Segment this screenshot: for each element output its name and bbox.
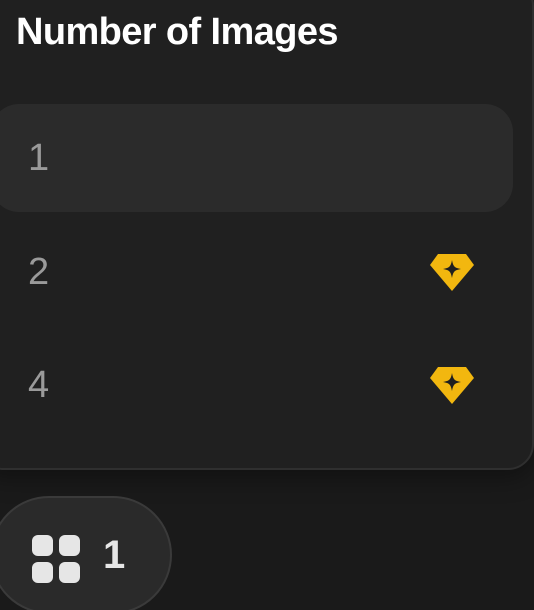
number-of-images-dropdown: Number of Images 1 2 4: [0, 0, 534, 470]
grid-icon: [32, 535, 80, 583]
premium-gem-icon: [428, 251, 476, 293]
dropdown-title: Number of Images: [16, 11, 339, 53]
option-4[interactable]: 4: [0, 331, 513, 439]
option-1[interactable]: 1: [0, 104, 513, 212]
image-count-button[interactable]: 1: [0, 496, 172, 610]
premium-gem-icon: [428, 364, 476, 406]
option-label: 2: [28, 251, 50, 293]
option-2[interactable]: 2: [0, 218, 513, 326]
image-count-value: 1: [103, 533, 126, 577]
option-label: 4: [28, 364, 50, 406]
app-screen: Number of Images 1 2 4 1: [0, 0, 534, 610]
option-label: 1: [28, 137, 50, 179]
